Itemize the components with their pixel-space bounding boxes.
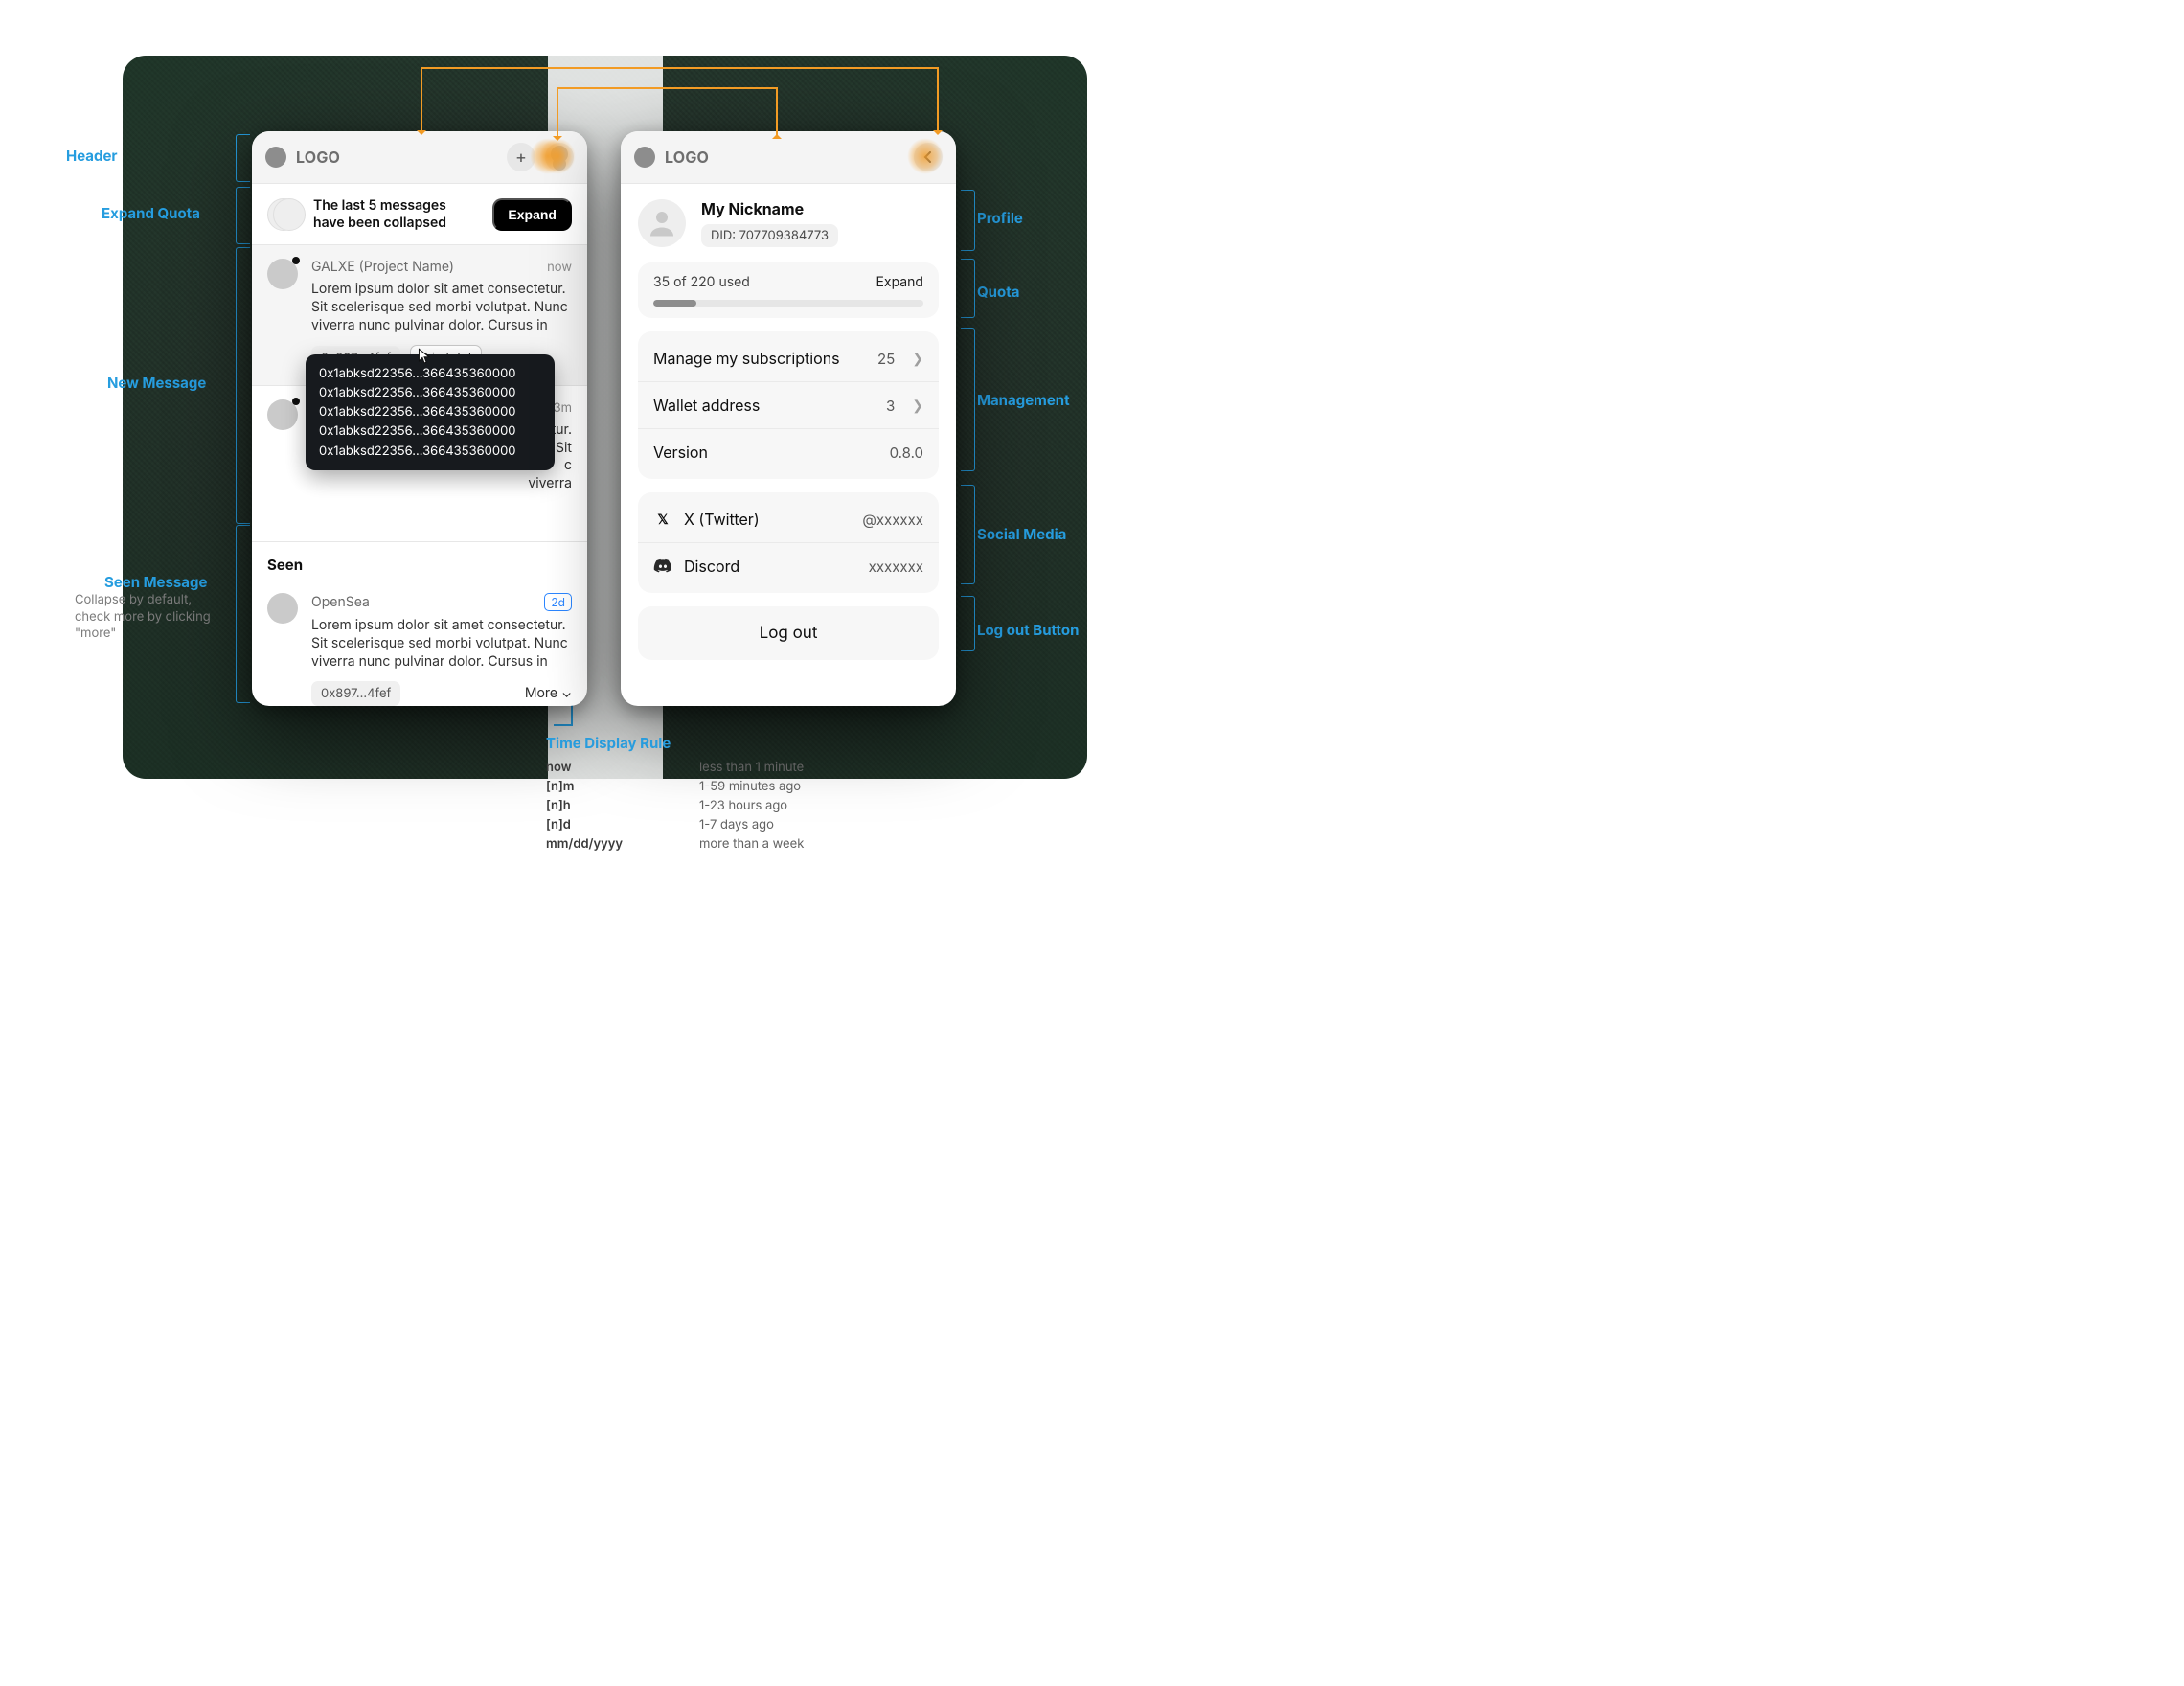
logout-button[interactable]: Log out <box>638 606 939 660</box>
quota-text: 35 of 220 used <box>653 274 750 290</box>
ann-profile: Profile <box>977 209 1023 227</box>
timestamp: now <box>547 260 572 275</box>
nickname: My Nickname <box>701 199 838 218</box>
time-rule-row: mm/dd/yyyy more than a week <box>542 834 858 854</box>
tooltip-row: 0x1abksd22356...366435360000 <box>319 364 541 383</box>
version-row: Version 0.8.0 <box>638 429 939 475</box>
time-rule-row: [n]h 1-23 hours ago <box>542 796 858 815</box>
unread-dot <box>292 398 300 405</box>
sender-name: GALXE (Project Name) <box>311 259 454 275</box>
profile-block: My Nickname DID: 707709384773 <box>621 184 956 262</box>
logo-mark <box>634 147 655 168</box>
tooltip-row: 0x1abksd22356...366435360000 <box>319 383 541 402</box>
row-label: Wallet address <box>653 396 760 415</box>
message-preview: Lorem ipsum dolor sit amet consectetur. … <box>311 281 572 335</box>
chevron-down-icon: ⌄ <box>561 685 572 701</box>
x-icon: 𝕏 <box>653 512 672 528</box>
row-label: X (Twitter) <box>684 510 760 529</box>
time-badge: 2d <box>544 593 572 611</box>
addresses-tooltip: 0x1abksd22356...366435360000 0x1abksd223… <box>306 354 555 470</box>
ann-new-message: New Message <box>107 374 206 392</box>
ann-management: Management <box>977 391 1070 409</box>
person-icon <box>645 206 679 240</box>
collapsed-banner: The last 5 messages have been collapsed … <box>252 184 587 245</box>
avatar <box>267 259 298 289</box>
row-value: 25 <box>877 350 895 368</box>
ann-seen-message: Seen Message <box>104 573 207 591</box>
row-value: 3 <box>886 397 895 415</box>
settings-panel: LOGO My Nickname DID: 707709384773 <box>621 131 956 706</box>
sender-name: OpenSea <box>311 594 370 610</box>
x-row[interactable]: 𝕏 X (Twitter) @xxxxxx <box>638 496 939 543</box>
chevron-right-icon: ❯ <box>912 351 923 367</box>
wallet-row[interactable]: Wallet address 3 ❯ <box>638 382 939 429</box>
row-value: 0.8.0 <box>890 444 923 462</box>
quota-expand[interactable]: Expand <box>876 274 923 290</box>
seen-message-item[interactable]: OpenSea 2d Lorem ipsum dolor sit amet co… <box>252 580 587 706</box>
time-rule-row: [n]d 1-7 days ago <box>542 815 858 834</box>
ann-quota: Quota <box>977 283 1019 301</box>
time-display-rule: Time Display Rule now less than 1 minute… <box>542 734 858 854</box>
social-card: 𝕏 X (Twitter) @xxxxxx Discord xxxxxxx <box>638 492 939 593</box>
tooltip-row: 0x1abksd22356...366435360000 <box>319 442 541 461</box>
avatar-stack <box>267 198 300 231</box>
ann-expand-quota: Expand Quota <box>102 204 200 222</box>
cursor-icon <box>418 348 431 365</box>
avatar <box>267 399 298 430</box>
panel-header: LOGO <box>621 131 956 184</box>
expand-button[interactable]: Expand <box>492 198 572 231</box>
feed-panel: LOGO + The last 5 messages have been col… <box>252 131 587 706</box>
address-chip[interactable]: 0x897...4fef <box>311 681 400 706</box>
unread-dot <box>292 257 300 264</box>
time-rule-row: now less than 1 minute <box>542 758 858 777</box>
more-button[interactable]: More ⌄ <box>525 685 572 701</box>
row-value: @xxxxxx <box>862 511 923 529</box>
logout-card[interactable]: Log out <box>638 606 939 660</box>
time-rule-row: [n]m 1-59 minutes ago <box>542 777 858 796</box>
row-label: Version <box>653 443 708 462</box>
avatar <box>267 593 298 624</box>
ann-header: Header <box>66 147 118 165</box>
chevron-right-icon: ❯ <box>912 398 923 414</box>
logo-text: LOGO <box>665 148 709 167</box>
back-button[interactable] <box>914 143 943 171</box>
new-button[interactable]: + <box>507 143 535 171</box>
ann-seen-sub: Collapse by default, check more by click… <box>75 592 228 643</box>
quota-card: 35 of 220 used Expand <box>638 262 939 318</box>
discord-row[interactable]: Discord xxxxxxx <box>638 543 939 589</box>
avatar <box>638 199 686 247</box>
timestamp: 3m <box>554 400 572 416</box>
profile-button[interactable] <box>545 143 574 171</box>
management-card: Manage my subscriptions 25 ❯ Wallet addr… <box>638 331 939 479</box>
row-label: Manage my subscriptions <box>653 349 840 368</box>
logo-mark <box>265 147 286 168</box>
message-preview: Lorem ipsum dolor sit amet consectetur. … <box>311 617 572 672</box>
row-label: Discord <box>684 557 739 576</box>
message-item[interactable]: GALXE (Project Name) now Lorem ipsum dol… <box>252 245 587 386</box>
quota-bar <box>653 300 923 307</box>
seen-header: Seen <box>252 542 587 580</box>
tooltip-row: 0x1abksd22356...366435360000 <box>319 422 541 441</box>
ann-social: Social Media <box>977 525 1066 543</box>
banner-text: The last 5 messages have been collapsed <box>313 197 465 231</box>
wireframe-canvas: LOGO + The last 5 messages have been col… <box>123 56 1087 779</box>
time-rule-title: Time Display Rule <box>546 734 858 752</box>
did-badge: DID: 707709384773 <box>701 224 838 247</box>
tooltip-row: 0x1abksd22356...366435360000 <box>319 402 541 422</box>
discord-icon <box>653 558 672 574</box>
logo-text: LOGO <box>296 148 340 167</box>
subscriptions-row[interactable]: Manage my subscriptions 25 ❯ <box>638 335 939 382</box>
ann-logout: Log out Button <box>977 621 1079 639</box>
more-label: More <box>525 685 557 701</box>
chevron-left-icon <box>922 151 934 163</box>
row-value: xxxxxxx <box>869 558 923 576</box>
